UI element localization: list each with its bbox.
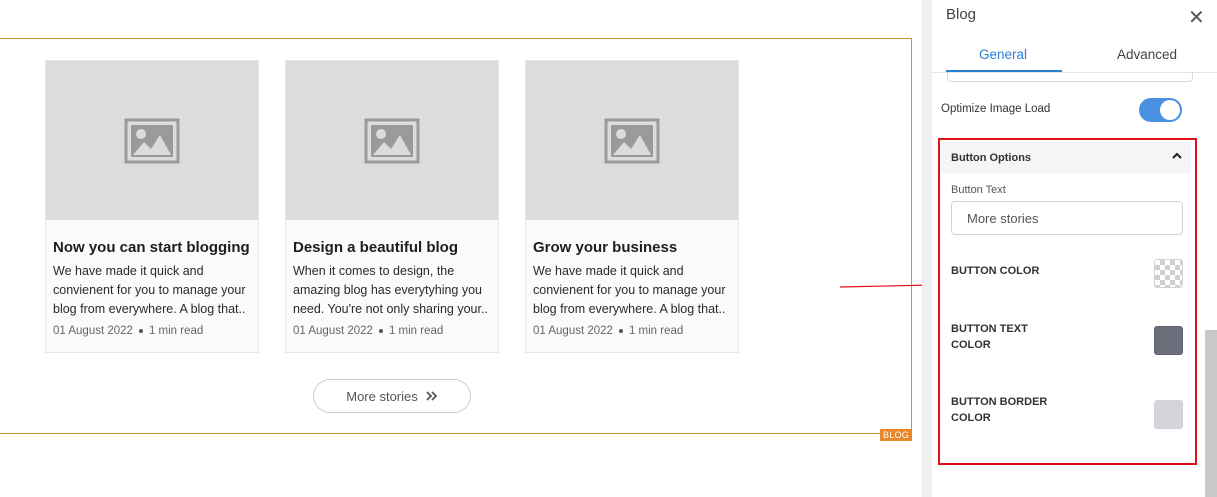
optimize-image-load-toggle[interactable]	[1139, 98, 1182, 122]
card-read-time: 1 min read	[388, 325, 444, 337]
button-border-color-swatch[interactable]	[1154, 400, 1183, 429]
panel-title: Blog	[946, 6, 977, 23]
button-text-label: Button Text	[951, 184, 1006, 196]
card-excerpt: When it comes to design, the amazing blo…	[293, 264, 488, 316]
card-image-placeholder	[46, 61, 258, 220]
button-text-color-label: BUTTON TEXT COLOR	[951, 323, 1028, 351]
card-date: 01 August 2022	[53, 325, 133, 337]
blog-element-tag[interactable]: BLOG	[880, 429, 913, 441]
more-stories-label: More stories	[346, 388, 418, 404]
button-text-input[interactable]	[951, 201, 1183, 235]
panel-scrollbar[interactable]	[1205, 330, 1217, 497]
settings-panel: Blog ✕ General Advanced Optimize Image L…	[922, 0, 1217, 497]
card-excerpt: We have made it quick and convienent for…	[53, 264, 246, 316]
previous-field[interactable]	[947, 72, 1193, 82]
double-chevron-right-icon	[426, 391, 438, 401]
card-read-time: 1 min read	[628, 325, 684, 337]
card-title[interactable]: Design a beautiful blog	[293, 239, 458, 256]
separator-dot-icon	[378, 328, 383, 333]
editor-canvas: BLOG Now you can start blogging We have …	[0, 0, 939, 497]
button-color-label: BUTTON COLOR	[951, 265, 1040, 277]
image-placeholder-icon	[604, 118, 660, 164]
blog-card[interactable]: Grow your business We have made it quick…	[525, 60, 739, 353]
card-excerpt: We have made it quick and convienent for…	[533, 264, 726, 316]
close-icon[interactable]: ✕	[1188, 5, 1205, 30]
more-stories-button[interactable]: More stories	[313, 379, 471, 413]
card-date: 01 August 2022	[533, 325, 613, 337]
card-read-time: 1 min read	[148, 325, 204, 337]
card-date: 01 August 2022	[293, 325, 373, 337]
separator-dot-icon	[618, 328, 623, 333]
optimize-image-load-label: Optimize Image Load	[941, 103, 1051, 115]
image-placeholder-icon	[364, 118, 420, 164]
panel-tabs: General Advanced	[932, 38, 1217, 73]
card-image-placeholder	[286, 61, 498, 220]
toggle-knob	[1160, 100, 1180, 120]
button-text-color-swatch[interactable]	[1154, 326, 1183, 355]
card-title[interactable]: Grow your business	[533, 239, 677, 256]
card-image-placeholder	[526, 61, 738, 220]
image-placeholder-icon	[124, 118, 180, 164]
panel-gutter	[923, 0, 932, 497]
card-title[interactable]: Now you can start blogging	[53, 239, 250, 256]
button-options-title: Button Options	[951, 152, 1032, 164]
card-meta: 01 August 2022 1 min read	[293, 325, 443, 337]
button-options-header[interactable]: Button Options	[941, 141, 1191, 173]
tab-advanced[interactable]: Advanced	[1117, 47, 1177, 62]
card-meta: 01 August 2022 1 min read	[53, 325, 203, 337]
blog-card[interactable]: Now you can start blogging We have made …	[45, 60, 259, 353]
tab-general[interactable]: General	[979, 47, 1027, 62]
button-border-color-label: BUTTON BORDER COLOR	[951, 396, 1048, 424]
button-color-swatch[interactable]	[1154, 259, 1183, 288]
blog-card[interactable]: Design a beautiful blog When it comes to…	[285, 60, 499, 353]
card-meta: 01 August 2022 1 min read	[533, 325, 683, 337]
chevron-up-icon[interactable]	[1171, 150, 1183, 162]
separator-dot-icon	[138, 328, 143, 333]
